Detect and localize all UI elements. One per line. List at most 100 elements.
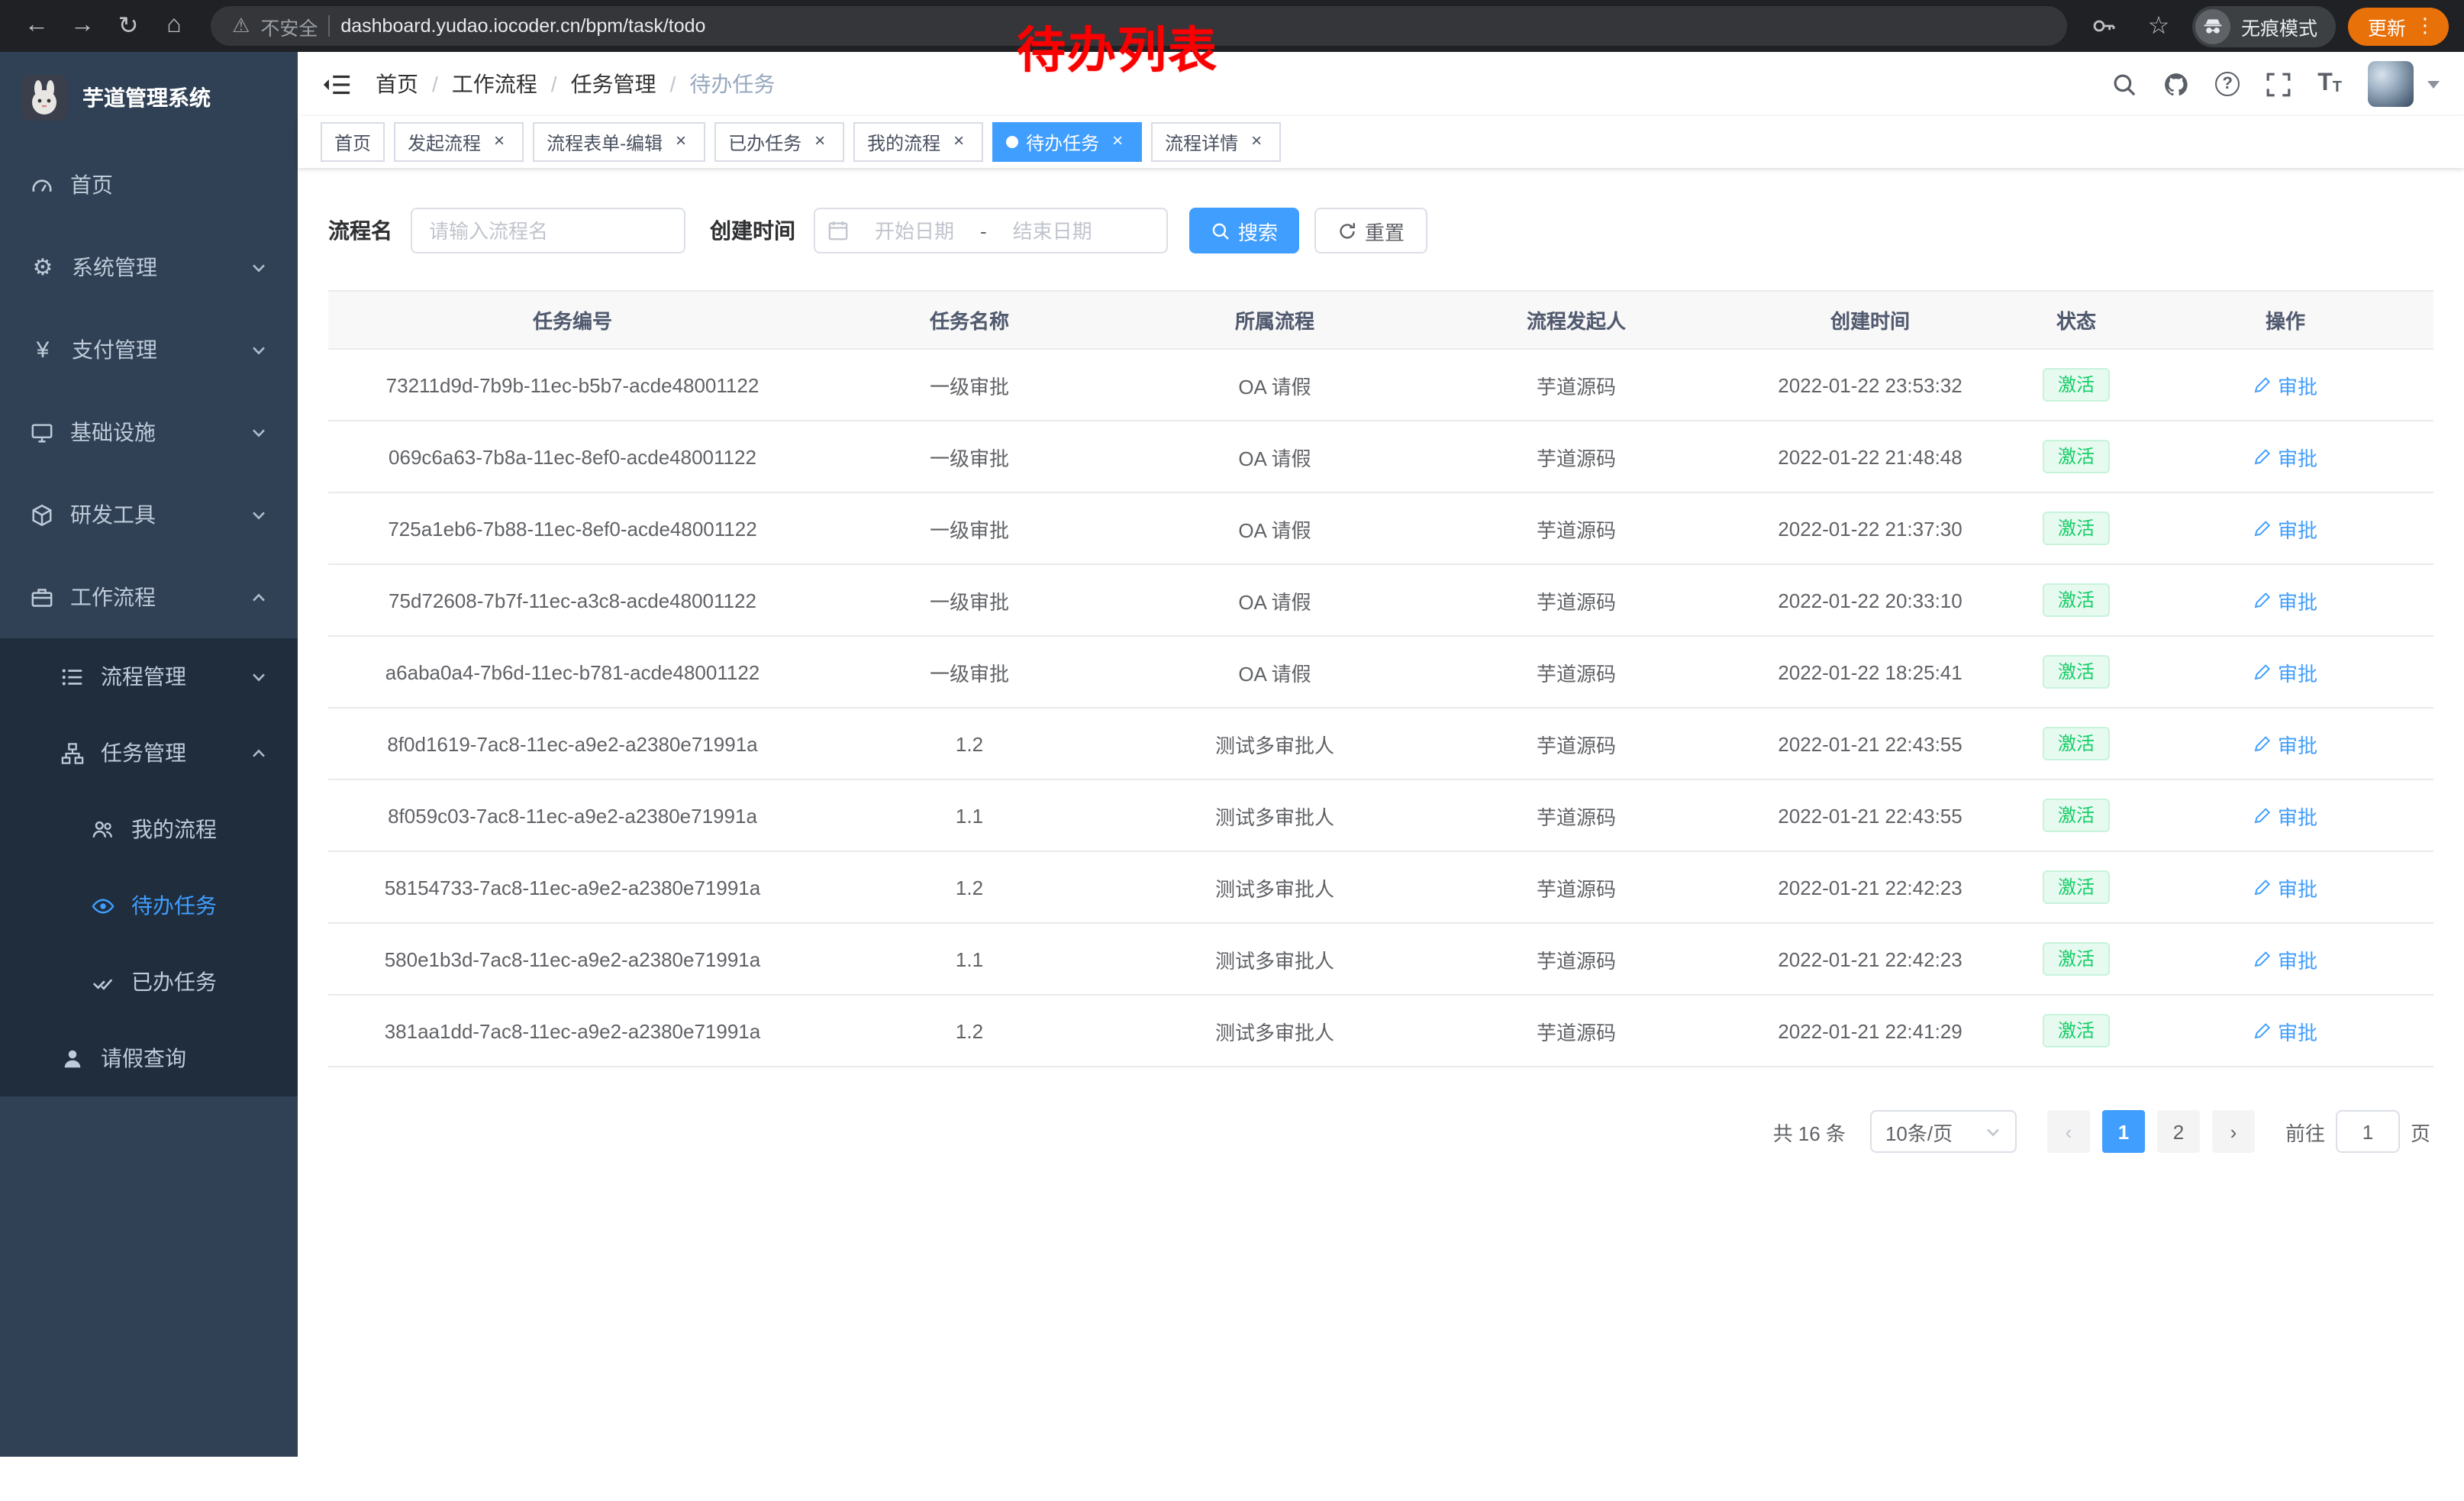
browser-menu-icon[interactable]: ⋮ bbox=[2415, 14, 2435, 38]
close-icon[interactable]: × bbox=[948, 131, 969, 153]
breadcrumb-home[interactable]: 首页 bbox=[376, 69, 418, 99]
status-badge: 激活 bbox=[2043, 583, 2110, 618]
sidebar-item-leave-query[interactable]: 请假查询 bbox=[0, 1020, 298, 1096]
tab-label: 首页 bbox=[334, 129, 371, 155]
approve-link[interactable]: 审批 bbox=[2253, 729, 2317, 758]
cell-status: 激活 bbox=[2015, 923, 2137, 995]
column-header-initiator: 流程发起人 bbox=[1427, 291, 1725, 349]
prev-page-button[interactable]: ‹ bbox=[2047, 1110, 2090, 1153]
goto-page-input[interactable] bbox=[2336, 1110, 2400, 1153]
approve-link[interactable]: 审批 bbox=[2253, 442, 2317, 471]
home-button[interactable]: ⌂ bbox=[153, 5, 195, 47]
user-avatar[interactable] bbox=[2368, 61, 2414, 107]
approve-link[interactable]: 审批 bbox=[2253, 801, 2317, 830]
chevron-up-icon bbox=[250, 589, 267, 605]
gear-icon: ⚙ bbox=[31, 253, 55, 281]
sidebar-item-home[interactable]: 首页 bbox=[0, 144, 298, 226]
process-name-input[interactable] bbox=[411, 208, 685, 253]
cell-status: 激活 bbox=[2015, 421, 2137, 492]
status-badge: 激活 bbox=[2043, 942, 2110, 976]
page-button-2[interactable]: 2 bbox=[2157, 1110, 2200, 1153]
table-row: 725a1eb6-7b88-11ec-8ef0-acde48001122 一级审… bbox=[328, 492, 2433, 564]
header-search-button[interactable] bbox=[2111, 71, 2137, 97]
cell-action: 审批 bbox=[2137, 708, 2433, 780]
close-icon[interactable]: × bbox=[1246, 131, 1267, 153]
reset-button[interactable]: 重置 bbox=[1314, 208, 1427, 253]
github-link[interactable] bbox=[2163, 71, 2189, 97]
chevron-up-icon bbox=[250, 744, 267, 761]
approve-link[interactable]: 审批 bbox=[2253, 514, 2317, 543]
tab-home[interactable]: 首页 bbox=[321, 122, 385, 162]
caret-down-icon[interactable] bbox=[2427, 80, 2440, 88]
tab-form-edit[interactable]: 流程表单-编辑 × bbox=[533, 122, 705, 162]
cell-initiator: 芋道源码 bbox=[1427, 564, 1725, 636]
fullscreen-button[interactable] bbox=[2266, 71, 2291, 97]
password-key-button[interactable] bbox=[2082, 5, 2125, 47]
page-size-select[interactable]: 10条/页 bbox=[1870, 1110, 2017, 1153]
chevron-down-icon bbox=[1985, 1123, 2001, 1140]
tab-process-detail[interactable]: 流程详情 × bbox=[1151, 122, 1281, 162]
bookmark-button[interactable]: ☆ bbox=[2137, 5, 2180, 47]
forward-icon: → bbox=[70, 12, 95, 40]
font-size-button[interactable]: TT bbox=[2317, 72, 2342, 96]
cell-created: 2022-01-21 22:43:55 bbox=[1725, 780, 2015, 851]
tab-label: 已办任务 bbox=[728, 129, 801, 155]
breadcrumb-task-mgmt[interactable]: 任务管理 bbox=[571, 69, 656, 99]
edit-pen-icon bbox=[2253, 806, 2272, 825]
approve-link[interactable]: 审批 bbox=[2253, 1016, 2317, 1045]
cell-initiator: 芋道源码 bbox=[1427, 636, 1725, 708]
search-button[interactable]: 搜索 bbox=[1189, 208, 1299, 253]
tab-my-processes[interactable]: 我的流程 × bbox=[853, 122, 983, 162]
help-button[interactable]: ? bbox=[2215, 72, 2240, 96]
sidebar-item-payment[interactable]: ¥ 支付管理 bbox=[0, 308, 298, 391]
sidebar-item-system[interactable]: ⚙ 系统管理 bbox=[0, 226, 298, 308]
cell-created: 2022-01-22 23:53:32 bbox=[1725, 349, 2015, 421]
page-button-1[interactable]: 1 bbox=[2102, 1110, 2145, 1153]
next-page-button[interactable]: › bbox=[2212, 1110, 2255, 1153]
back-button[interactable]: ← bbox=[15, 5, 58, 47]
approve-link[interactable]: 审批 bbox=[2253, 873, 2317, 902]
tab-done-tasks[interactable]: 已办任务 × bbox=[714, 122, 844, 162]
breadcrumb-workflow[interactable]: 工作流程 bbox=[452, 69, 537, 99]
start-date-input[interactable] bbox=[852, 219, 977, 242]
cell-created: 2022-01-21 22:43:55 bbox=[1725, 708, 2015, 780]
incognito-badge: 无痕模式 bbox=[2192, 5, 2336, 47]
approve-link[interactable]: 审批 bbox=[2253, 586, 2317, 615]
update-button[interactable]: 更新 ⋮ bbox=[2348, 7, 2449, 45]
sidebar: 芋道管理系统 首页 ⚙ 系统管理 ¥ 支付管理 bbox=[0, 52, 298, 1457]
status-badge: 激活 bbox=[2043, 655, 2110, 689]
sidebar-item-task-mgmt[interactable]: 任务管理 bbox=[0, 715, 298, 791]
close-icon[interactable]: × bbox=[809, 131, 830, 153]
home-icon: ⌂ bbox=[166, 12, 181, 40]
tab-todo-tasks[interactable]: 待办任务 × bbox=[992, 122, 1142, 162]
people-icon bbox=[92, 818, 114, 841]
star-icon: ☆ bbox=[2148, 11, 2170, 41]
approve-link[interactable]: 审批 bbox=[2253, 657, 2317, 686]
edit-pen-icon bbox=[2253, 663, 2272, 681]
sidebar-item-todo-tasks[interactable]: 待办任务 bbox=[0, 867, 298, 944]
tab-start-process[interactable]: 发起流程 × bbox=[394, 122, 524, 162]
approve-link[interactable]: 审批 bbox=[2253, 370, 2317, 399]
sidebar-item-process-mgmt[interactable]: 流程管理 bbox=[0, 638, 298, 715]
approve-link[interactable]: 审批 bbox=[2253, 944, 2317, 973]
sidebar-item-infrastructure[interactable]: 基础设施 bbox=[0, 391, 298, 473]
close-icon[interactable]: × bbox=[489, 131, 510, 153]
cell-task-name: 一级审批 bbox=[817, 492, 1122, 564]
close-icon[interactable]: × bbox=[1107, 131, 1128, 153]
date-range-picker[interactable]: - bbox=[814, 208, 1168, 253]
sidebar-item-workflow[interactable]: 工作流程 bbox=[0, 556, 298, 638]
sidebar-toggle[interactable] bbox=[322, 71, 351, 97]
end-date-input[interactable] bbox=[990, 219, 1115, 242]
sidebar-item-done-tasks[interactable]: 已办任务 bbox=[0, 944, 298, 1020]
app-logo[interactable]: 芋道管理系统 bbox=[0, 52, 298, 144]
forward-button[interactable]: → bbox=[61, 5, 104, 47]
cell-action: 审批 bbox=[2137, 492, 2433, 564]
tab-label: 流程详情 bbox=[1165, 129, 1238, 155]
cell-task-name: 一级审批 bbox=[817, 349, 1122, 421]
list-icon bbox=[61, 665, 84, 688]
reload-button[interactable]: ↻ bbox=[107, 5, 150, 47]
sidebar-item-devtools[interactable]: 研发工具 bbox=[0, 473, 298, 556]
sidebar-item-my-processes[interactable]: 我的流程 bbox=[0, 791, 298, 867]
close-icon[interactable]: × bbox=[670, 131, 692, 153]
cell-task-name: 1.1 bbox=[817, 780, 1122, 851]
